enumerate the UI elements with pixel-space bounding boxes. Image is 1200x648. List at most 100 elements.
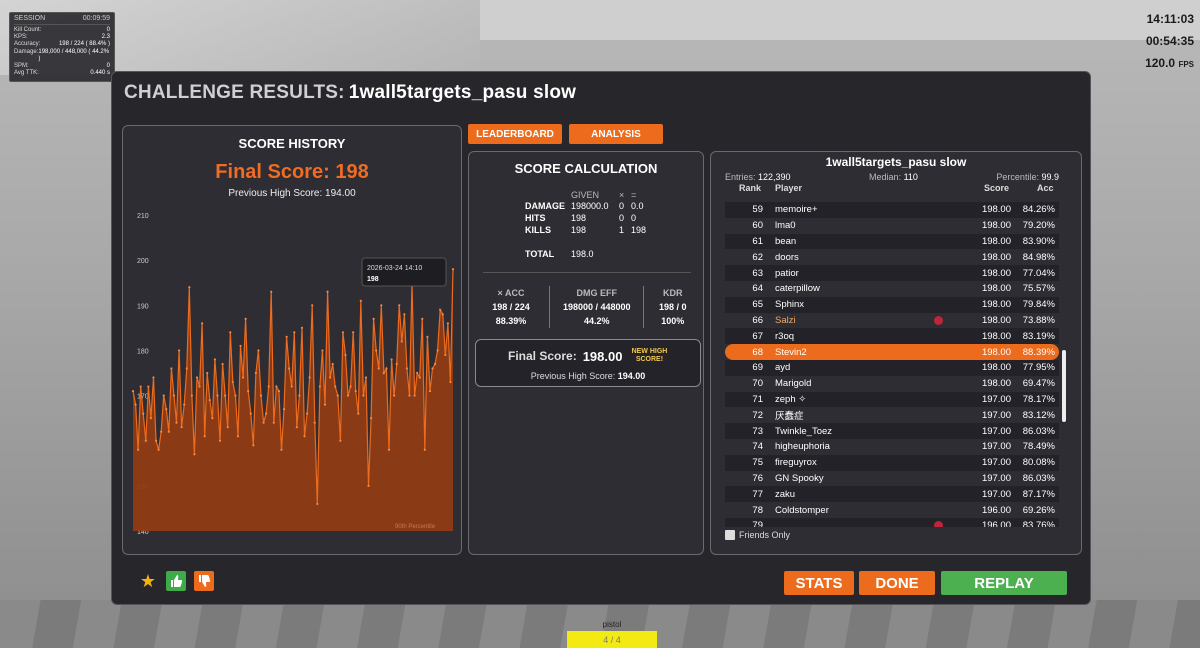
score-point[interactable] bbox=[139, 385, 142, 388]
score-point[interactable] bbox=[418, 376, 421, 379]
score-point[interactable] bbox=[275, 385, 278, 388]
score-point[interactable] bbox=[408, 394, 411, 397]
leaderboard-row[interactable]: 72 厌蠢症 197.00 83.12% bbox=[725, 407, 1059, 423]
score-point[interactable] bbox=[149, 417, 153, 420]
score-point[interactable] bbox=[152, 376, 155, 379]
score-point[interactable] bbox=[262, 421, 265, 424]
score-point[interactable] bbox=[216, 394, 219, 397]
leaderboard-row[interactable]: 77 zaku 197.00 87.17% bbox=[725, 486, 1059, 503]
score-point[interactable] bbox=[441, 313, 444, 316]
score-point[interactable] bbox=[444, 353, 447, 357]
score-point[interactable] bbox=[180, 426, 183, 429]
leaderboard-row[interactable]: 74 higheuphoria 197.00 78.49% bbox=[725, 439, 1059, 455]
score-point[interactable] bbox=[346, 394, 350, 397]
score-point[interactable] bbox=[341, 331, 345, 334]
score-point[interactable] bbox=[206, 371, 209, 375]
score-point[interactable] bbox=[226, 426, 229, 429]
score-point[interactable] bbox=[234, 394, 237, 397]
score-point[interactable] bbox=[428, 389, 432, 393]
score-point[interactable] bbox=[439, 308, 442, 311]
score-point[interactable] bbox=[252, 444, 255, 447]
score-point[interactable] bbox=[395, 362, 398, 366]
score-point[interactable] bbox=[387, 448, 391, 451]
score-point[interactable] bbox=[398, 304, 401, 307]
score-point[interactable] bbox=[436, 349, 439, 352]
score-point[interactable] bbox=[426, 335, 429, 339]
tab-leaderboard[interactable]: LEADERBOARD bbox=[468, 124, 562, 144]
score-point[interactable] bbox=[295, 426, 298, 429]
leaderboard-list[interactable]: 59 memoire+ 198.00 84.26% 60 lma0 198.00 79.20%… bbox=[725, 202, 1059, 527]
score-point[interactable] bbox=[224, 394, 227, 397]
score-point[interactable] bbox=[323, 403, 327, 406]
score-point[interactable] bbox=[336, 394, 339, 397]
score-point[interactable] bbox=[270, 290, 273, 293]
score-point[interactable] bbox=[190, 394, 193, 397]
thumbs-down-icon[interactable] bbox=[194, 571, 214, 591]
score-point[interactable] bbox=[298, 394, 301, 397]
stats-button[interactable]: STATS bbox=[784, 571, 854, 595]
score-point[interactable] bbox=[134, 403, 137, 406]
score-point[interactable] bbox=[403, 313, 406, 316]
leaderboard-row[interactable]: 64 caterpillow 198.00 75.57% bbox=[725, 281, 1059, 297]
score-point[interactable] bbox=[147, 385, 150, 388]
leaderboard-row[interactable]: 71 zeph ✧ 197.00 78.17% bbox=[725, 391, 1059, 408]
score-point[interactable] bbox=[385, 367, 388, 370]
score-point[interactable] bbox=[308, 376, 311, 379]
score-point[interactable] bbox=[282, 408, 286, 411]
score-point[interactable] bbox=[321, 349, 324, 352]
score-point[interactable] bbox=[229, 331, 232, 334]
score-point[interactable] bbox=[277, 389, 281, 393]
score-point[interactable] bbox=[231, 380, 234, 384]
score-point[interactable] bbox=[359, 299, 362, 302]
leaderboard-row[interactable]: 66 Salzi 198.00 73.88% bbox=[725, 313, 1059, 329]
score-point[interactable] bbox=[421, 317, 424, 320]
leaderboard-row[interactable]: 79 196.00 83.76% bbox=[725, 517, 1059, 527]
favorite-star-icon[interactable]: ★ bbox=[138, 571, 158, 591]
leaderboard-row[interactable]: 76 GN Spooky 197.00 86.03% bbox=[725, 471, 1059, 487]
tab-analysis[interactable]: ANALYSIS bbox=[569, 124, 663, 144]
leaderboard-row[interactable]: 73 Twinkle_Toez 197.00 86.03% bbox=[725, 423, 1059, 439]
score-point[interactable] bbox=[239, 344, 242, 348]
score-point[interactable] bbox=[177, 349, 181, 352]
score-point[interactable] bbox=[344, 353, 347, 357]
score-point[interactable] bbox=[318, 385, 321, 388]
score-point[interactable] bbox=[167, 430, 170, 433]
score-point[interactable] bbox=[175, 421, 178, 424]
score-point[interactable] bbox=[334, 385, 337, 388]
friends-only-toggle[interactable]: Friends Only bbox=[725, 530, 790, 540]
score-point[interactable] bbox=[280, 448, 283, 451]
score-point[interactable] bbox=[377, 367, 380, 370]
score-point[interactable] bbox=[236, 435, 240, 438]
score-point[interactable] bbox=[423, 448, 426, 451]
score-point[interactable] bbox=[157, 448, 160, 451]
score-point[interactable] bbox=[382, 371, 385, 375]
leaderboard-row[interactable]: 61 bean 198.00 83.90% bbox=[725, 233, 1059, 250]
score-point[interactable] bbox=[218, 439, 222, 442]
score-point[interactable] bbox=[331, 362, 334, 366]
score-point[interactable] bbox=[369, 417, 373, 420]
score-point[interactable] bbox=[390, 358, 393, 361]
score-point[interactable] bbox=[221, 362, 224, 366]
score-point[interactable] bbox=[188, 286, 191, 289]
score-point[interactable] bbox=[367, 484, 370, 487]
score-point[interactable] bbox=[354, 389, 357, 393]
score-point[interactable] bbox=[316, 502, 319, 506]
score-point[interactable] bbox=[211, 417, 214, 420]
score-point[interactable] bbox=[446, 322, 449, 325]
score-point[interactable] bbox=[380, 304, 383, 307]
score-point[interactable] bbox=[203, 435, 206, 438]
score-point[interactable] bbox=[290, 385, 293, 388]
score-point[interactable] bbox=[201, 322, 204, 325]
score-point[interactable] bbox=[311, 304, 314, 307]
done-button[interactable]: DONE bbox=[859, 571, 935, 595]
thumbs-up-icon[interactable] bbox=[166, 571, 186, 591]
score-point[interactable] bbox=[305, 412, 309, 415]
score-point[interactable] bbox=[339, 439, 342, 442]
leaderboard-row[interactable]: 67 r3oq 198.00 83.19% bbox=[725, 328, 1059, 345]
replay-button[interactable]: REPLAY bbox=[941, 571, 1067, 595]
leaderboard-row[interactable]: 62 doors 198.00 84.98% bbox=[725, 249, 1059, 265]
score-point[interactable] bbox=[416, 371, 419, 375]
leaderboard-row[interactable]: 65 Sphinx 198.00 79.84% bbox=[725, 296, 1059, 313]
score-point[interactable] bbox=[137, 448, 140, 451]
score-point[interactable] bbox=[349, 385, 352, 388]
